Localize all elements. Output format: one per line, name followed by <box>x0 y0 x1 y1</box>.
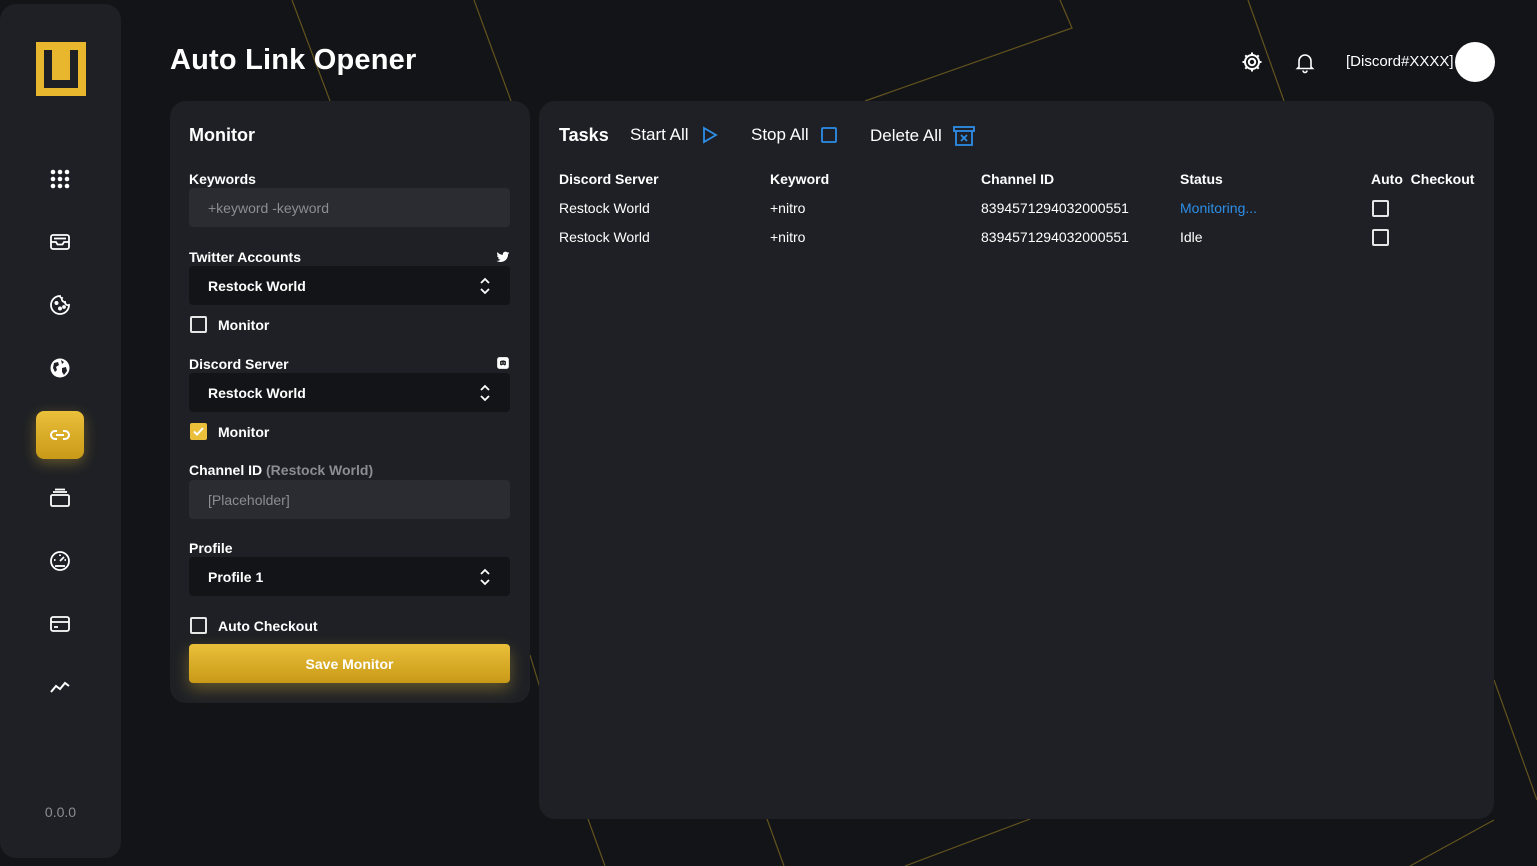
task-server: Restock World <box>559 229 650 245</box>
discord-server-select[interactable]: Restock World <box>189 373 510 412</box>
task-status: Idle <box>1180 229 1203 245</box>
keywords-label: Keywords <box>189 171 256 187</box>
chevron-updown-icon <box>480 384 490 401</box>
keywords-input[interactable] <box>189 188 510 227</box>
nav-link-opener[interactable] <box>36 411 84 459</box>
twitter-icon <box>496 251 510 263</box>
task-auto-checkout-checkbox[interactable] <box>1372 200 1389 217</box>
task-server: Restock World <box>559 200 650 216</box>
credit-card-icon <box>50 616 70 632</box>
task-status: Monitoring... <box>1180 200 1258 216</box>
discord-server-label: Discord Server <box>189 356 289 372</box>
checkmark-icon <box>193 427 204 436</box>
column-header-channel-id: Channel ID <box>981 171 1055 187</box>
sidebar: 0.0.0 <box>0 4 121 858</box>
chevron-updown-icon <box>480 277 490 294</box>
app-logo[interactable] <box>36 42 86 96</box>
chevron-updown-icon <box>480 568 490 585</box>
stop-all-button[interactable]: Stop All <box>751 125 839 145</box>
app-version: 0.0.0 <box>44 804 77 820</box>
task-keyword: +nitro <box>770 229 806 245</box>
start-all-label: Start All <box>630 125 689 144</box>
nav-inbox[interactable] <box>36 218 84 266</box>
task-auto-checkout-checkbox[interactable] <box>1372 229 1389 246</box>
discord-server-value: Restock World <box>208 384 306 401</box>
twitter-monitor-checkbox[interactable] <box>190 316 207 333</box>
avatar[interactable] <box>1455 42 1495 82</box>
gear-icon[interactable] <box>1240 50 1264 74</box>
link-icon <box>50 430 70 440</box>
nav-stack[interactable] <box>36 474 84 522</box>
play-icon <box>702 126 718 144</box>
monitor-panel: Monitor Keywords Twitter Accounts Restoc… <box>170 101 530 703</box>
nav-billing[interactable] <box>36 600 84 648</box>
delete-all-button[interactable]: Delete All <box>870 125 976 147</box>
column-header-keyword: Keyword <box>770 171 830 187</box>
task-channel-id: 8394571294032000551 <box>981 229 1129 245</box>
page-title: Auto Link Opener <box>170 44 417 76</box>
profile-value: Profile 1 <box>208 568 264 585</box>
auto-checkout-toggle[interactable]: Auto Checkout <box>190 617 318 634</box>
nav-speed[interactable] <box>36 537 84 585</box>
channel-id-label: Channel ID (Restock World) <box>189 462 373 478</box>
discord-monitor-label: Monitor <box>218 423 270 440</box>
inbox-icon <box>50 234 70 250</box>
nav-cookies[interactable] <box>36 281 84 329</box>
user-discord-tag[interactable]: [Discord#XXXX] <box>1346 53 1454 70</box>
column-header-auto-checkout: Auto Checkout <box>1371 171 1475 187</box>
column-header-status: Status <box>1180 171 1223 187</box>
speedometer-icon <box>50 551 70 571</box>
globe-icon <box>50 358 70 378</box>
stack-icon <box>50 488 70 507</box>
stop-icon <box>820 127 837 143</box>
auto-checkout-checkbox[interactable] <box>190 617 207 634</box>
tasks-panel: Tasks Start All Stop All Delete All Disc… <box>539 101 1494 819</box>
twitter-account-select[interactable]: Restock World <box>189 266 510 305</box>
stop-all-label: Stop All <box>751 125 809 144</box>
analytics-icon <box>50 681 70 693</box>
monitor-panel-title: Monitor <box>189 125 255 145</box>
channel-id-input[interactable] <box>189 480 510 519</box>
grid-icon <box>50 169 70 189</box>
column-header-server: Discord Server <box>559 171 659 187</box>
nav-analytics[interactable] <box>36 663 84 711</box>
task-keyword: +nitro <box>770 200 806 216</box>
discord-monitor-checkbox[interactable] <box>190 423 207 440</box>
profile-label: Profile <box>189 540 233 556</box>
auto-checkout-label: Auto Checkout <box>218 617 318 634</box>
bell-icon[interactable] <box>1293 50 1317 74</box>
start-all-button[interactable]: Start All <box>630 125 719 145</box>
nav-proxies[interactable] <box>36 344 84 392</box>
nav-dashboard[interactable] <box>36 155 84 203</box>
save-monitor-button[interactable]: Save Monitor <box>189 644 510 683</box>
task-channel-id: 8394571294032000551 <box>981 200 1129 216</box>
channel-id-server-hint: (Restock World) <box>266 462 374 478</box>
channel-id-label-text: Channel ID <box>189 462 263 478</box>
discord-icon <box>497 357 509 369</box>
twitter-monitor-toggle[interactable]: Monitor <box>190 316 269 333</box>
discord-monitor-toggle[interactable]: Monitor <box>190 423 269 440</box>
delete-all-label: Delete All <box>870 126 942 145</box>
tasks-title: Tasks <box>559 125 609 145</box>
twitter-monitor-label: Monitor <box>218 316 270 333</box>
twitter-accounts-label: Twitter Accounts <box>189 249 302 265</box>
delete-archive-icon <box>952 126 975 146</box>
twitter-account-value: Restock World <box>208 277 306 294</box>
profile-select[interactable]: Profile 1 <box>189 557 510 596</box>
cookie-icon <box>50 295 70 315</box>
